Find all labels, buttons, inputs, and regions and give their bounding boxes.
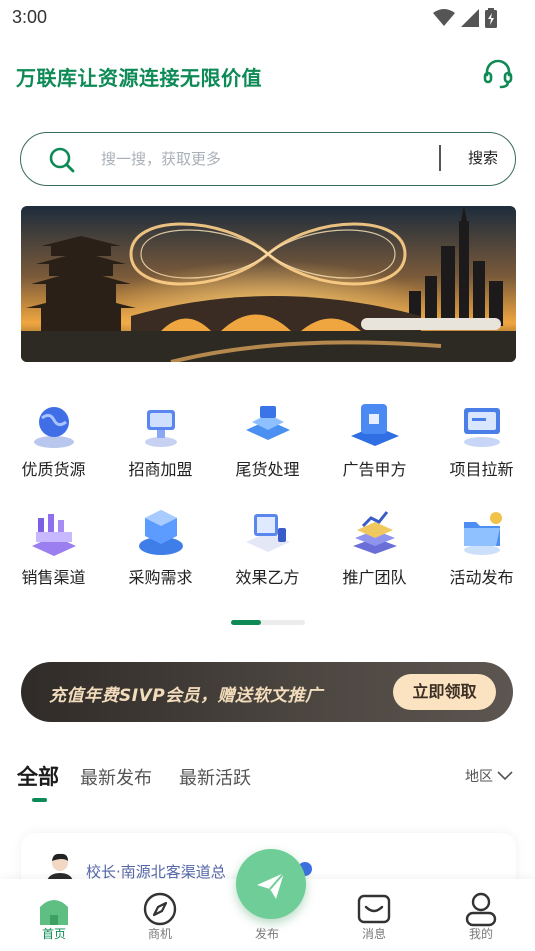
books-chart-3d-icon <box>353 511 397 554</box>
search-button[interactable]: 搜索 <box>453 147 513 168</box>
claim-now-button[interactable]: 立即领取 <box>393 674 496 710</box>
region-label: 地区 <box>465 769 493 785</box>
category-label: 招商加盟 <box>128 460 193 479</box>
home-icon <box>40 900 68 925</box>
category-item[interactable]: 招商加盟 <box>107 392 214 492</box>
category-label: 尾货处理 <box>235 460 300 479</box>
message-icon <box>357 894 391 924</box>
category-item[interactable]: 广告甲方 <box>321 392 428 492</box>
tab-opportunities[interactable]: 商机 <box>115 879 205 951</box>
category-label: 项目拉新 <box>449 460 514 479</box>
category-label: 推广团队 <box>342 568 407 587</box>
publish-button[interactable] <box>236 849 306 919</box>
signal-icon <box>461 9 479 27</box>
folder-3d-icon <box>464 512 502 555</box>
thumbs-up-3d-icon <box>351 404 399 446</box>
category-label: 销售渠道 <box>21 568 86 587</box>
page-indicator-active <box>231 620 261 625</box>
category-item[interactable]: 效果乙方 <box>214 500 321 600</box>
factory-3d-icon <box>32 514 76 556</box>
tab-latest-active[interactable]: 最新活跃 <box>179 764 251 790</box>
region-filter[interactable]: 地区 <box>465 766 513 786</box>
cube-3d-icon <box>139 510 183 555</box>
status-bar: 3:00 <box>0 0 535 36</box>
search-input[interactable] <box>101 145 431 173</box>
page-title: 万联库让资源连接无限价值 <box>16 66 262 90</box>
category-label: 优质货源 <box>21 460 86 479</box>
category-label: 采购需求 <box>128 568 193 587</box>
tab-profile-label: 我的 <box>468 927 493 941</box>
category-label: 活动发布 <box>449 568 514 587</box>
category-item[interactable]: 销售渠道 <box>0 500 107 600</box>
page-indicator <box>231 620 305 625</box>
membership-promo[interactable]: 充值年费SIVP会员，赠送软文推广 立即领取 <box>21 662 513 722</box>
category-item[interactable]: 活动发布 <box>428 500 535 600</box>
category-label: 效果乙方 <box>235 568 300 587</box>
status-time: 3:00 <box>12 7 48 27</box>
battery-icon <box>485 8 497 28</box>
promo-text: 充值年费SIVP会员，赠送软文推广 <box>49 686 323 706</box>
category-item[interactable]: 优质货源 <box>0 392 107 492</box>
feed-tabs: 全部 最新发布 最新活跃 地区 <box>0 758 535 808</box>
wifi-icon <box>433 9 455 26</box>
tab-messages[interactable]: 消息 <box>329 879 419 951</box>
category-label: 广告甲方 <box>342 460 407 479</box>
search-icon <box>49 147 75 173</box>
dashboard-3d-icon <box>464 408 500 447</box>
platform-3d-icon <box>246 406 290 440</box>
tab-messages-label: 消息 <box>361 927 386 941</box>
headset-icon <box>483 59 513 89</box>
tab-home[interactable]: 首页 <box>9 879 99 951</box>
tab-home-label: 首页 <box>41 927 66 941</box>
promo-banner[interactable] <box>21 206 516 362</box>
category-item[interactable]: 项目拉新 <box>428 392 535 492</box>
send-icon <box>257 872 285 899</box>
header: 万联库让资源连接无限价值 <box>0 52 535 98</box>
search-divider <box>439 145 441 171</box>
category-item[interactable]: 尾货处理 <box>214 392 321 492</box>
compass-icon <box>143 892 177 926</box>
search-bar: 搜索 <box>20 132 516 186</box>
banner-image <box>21 206 516 362</box>
tab-opportunities-label: 商机 <box>147 927 172 941</box>
monitor-3d-icon <box>145 410 177 447</box>
chevron-down-icon <box>497 771 513 781</box>
tab-indicator <box>32 798 47 802</box>
tab-profile[interactable]: 我的 <box>436 879 526 951</box>
globe-3d-icon <box>34 407 74 448</box>
category-item[interactable]: 采购需求 <box>107 500 214 600</box>
status-icons <box>433 8 497 28</box>
category-item[interactable]: 推广团队 <box>321 500 428 600</box>
publish-label: 发布 <box>254 927 279 941</box>
tab-all[interactable]: 全部 <box>17 761 59 791</box>
devices-3d-icon <box>246 514 290 552</box>
user-icon <box>465 892 497 927</box>
tab-latest-published[interactable]: 最新发布 <box>80 764 152 790</box>
customer-service-button[interactable] <box>483 58 513 90</box>
